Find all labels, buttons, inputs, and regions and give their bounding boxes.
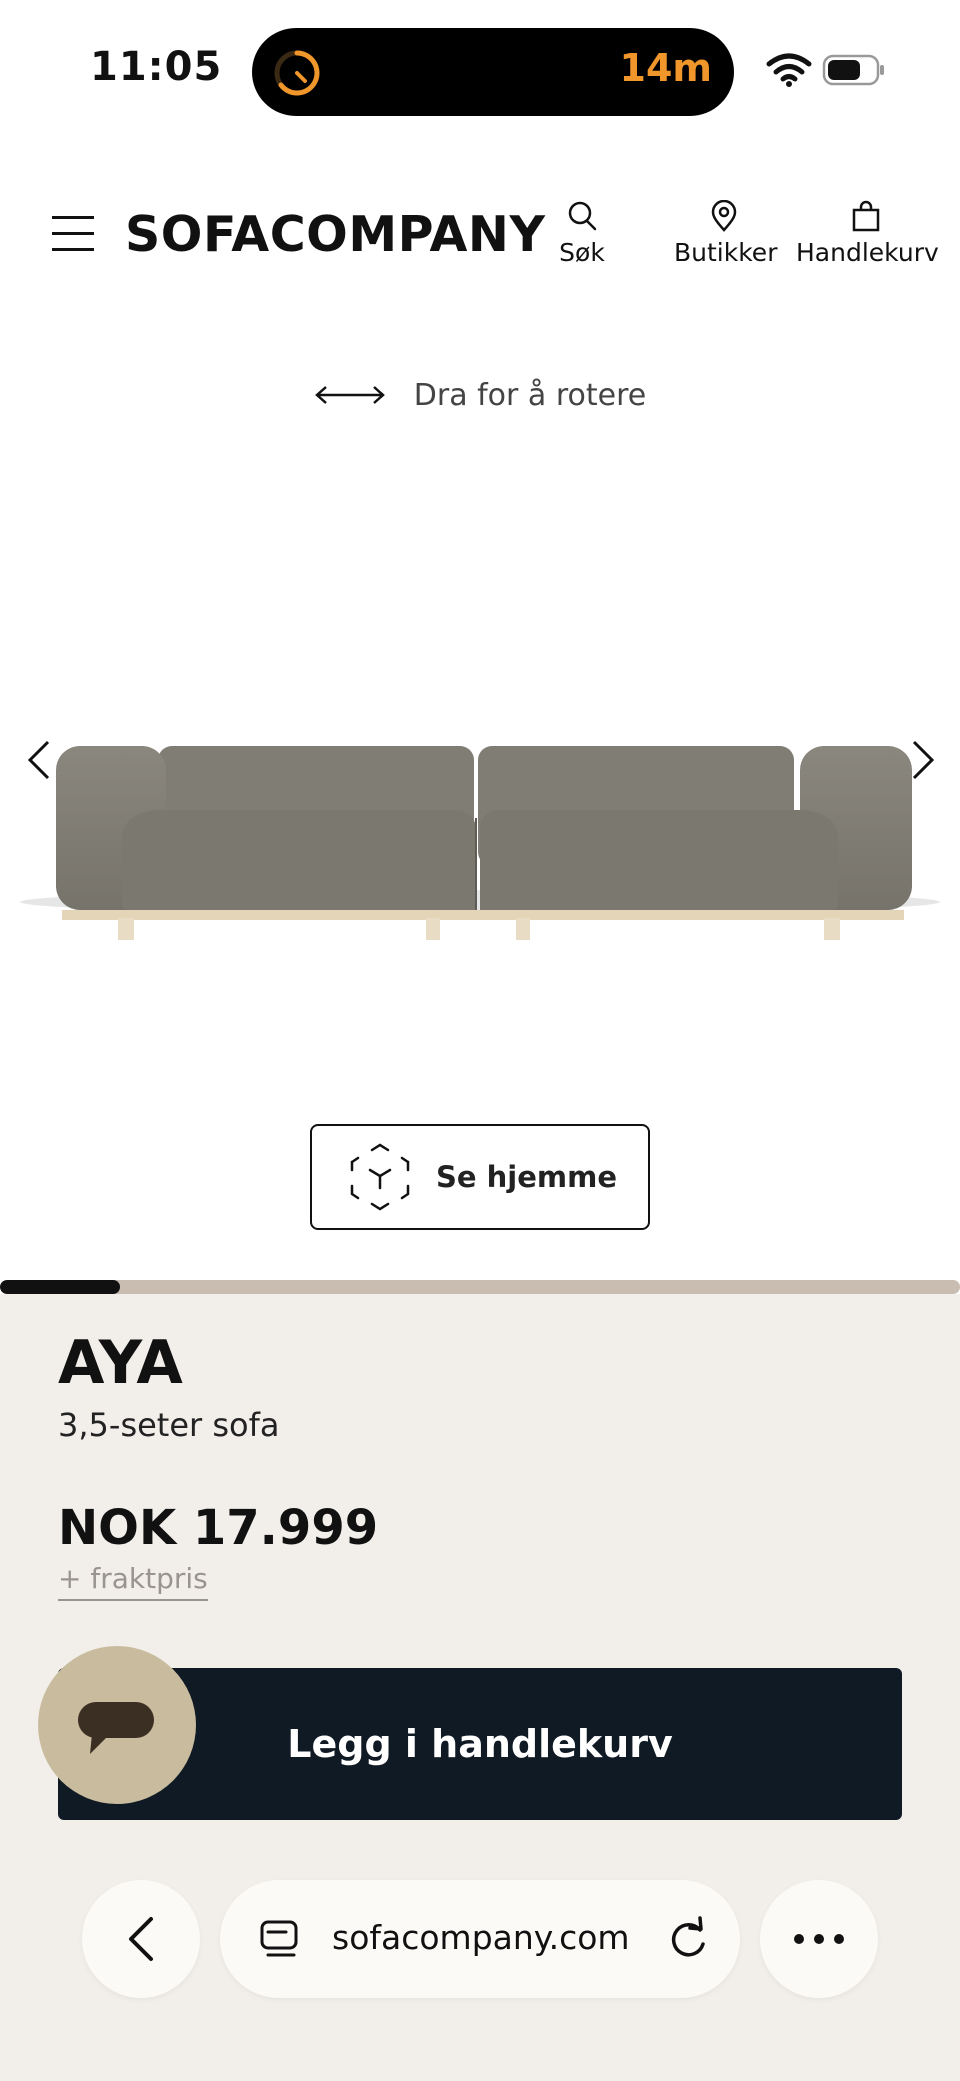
- product-type: 3,5-seter sofa: [58, 1406, 280, 1444]
- rotate-hint: Dra for å rotere: [0, 370, 960, 420]
- search-icon: [568, 201, 597, 231]
- product-price: NOK 17.999: [58, 1500, 379, 1556]
- url-text: sofacompany.com: [332, 1918, 630, 1957]
- carousel-progress: [0, 1280, 960, 1294]
- chevron-right-icon[interactable]: [904, 730, 944, 790]
- nav-search[interactable]: Søk: [556, 200, 608, 267]
- tabs-icon: [260, 1920, 298, 1957]
- chat-button[interactable]: [38, 1646, 196, 1804]
- more-icon: [794, 1934, 844, 1944]
- shopping-bag-icon: [852, 200, 880, 232]
- location-pin-icon: [711, 200, 737, 232]
- site-logo[interactable]: SOFACOMPANY: [125, 206, 545, 263]
- shipping-price-link[interactable]: + fraktpris: [58, 1562, 208, 1601]
- carousel-progress-fill: [0, 1280, 120, 1294]
- ar-cube-icon: [350, 1143, 410, 1211]
- more-button[interactable]: [760, 1880, 878, 1998]
- dynamic-island[interactable]: 14m: [252, 28, 734, 116]
- nav-cart-label: Handlekurv: [796, 238, 939, 267]
- battery-icon: [822, 54, 884, 86]
- nav-stores[interactable]: Butikker: [674, 200, 778, 267]
- product-name: AYA: [58, 1328, 183, 1398]
- chat-icon: [78, 1702, 154, 1754]
- reload-icon[interactable]: [666, 1916, 710, 1962]
- nav-cart[interactable]: Handlekurv: [796, 200, 939, 267]
- see-at-home-label: Se hjemme: [436, 1160, 618, 1194]
- sofa-image[interactable]: [10, 640, 950, 940]
- nav-stores-label: Butikker: [674, 238, 778, 267]
- nav-search-label: Søk: [559, 238, 605, 267]
- site-header: SOFACOMPANY Søk Butikker Handlekurv: [0, 180, 960, 290]
- island-timer-text: 14m: [619, 46, 712, 90]
- address-bar[interactable]: sofacompany.com: [220, 1880, 740, 1998]
- status-bar: 11:05 14m: [0, 0, 960, 130]
- hamburger-icon[interactable]: [52, 208, 94, 254]
- wifi-icon: [766, 53, 812, 87]
- back-button[interactable]: [82, 1880, 200, 1998]
- rotate-hint-text: Dra for å rotere: [413, 377, 647, 413]
- back-icon: [129, 1917, 153, 1961]
- status-time: 11:05: [90, 44, 223, 90]
- product-viewer[interactable]: [0, 560, 960, 980]
- add-to-cart-label: Legg i handlekurv: [287, 1722, 673, 1766]
- rotate-arrows-icon: [314, 386, 385, 404]
- see-at-home-button[interactable]: Se hjemme: [310, 1124, 650, 1230]
- timer-icon: [274, 50, 320, 96]
- browser-toolbar: sofacompany.com: [0, 1842, 960, 2081]
